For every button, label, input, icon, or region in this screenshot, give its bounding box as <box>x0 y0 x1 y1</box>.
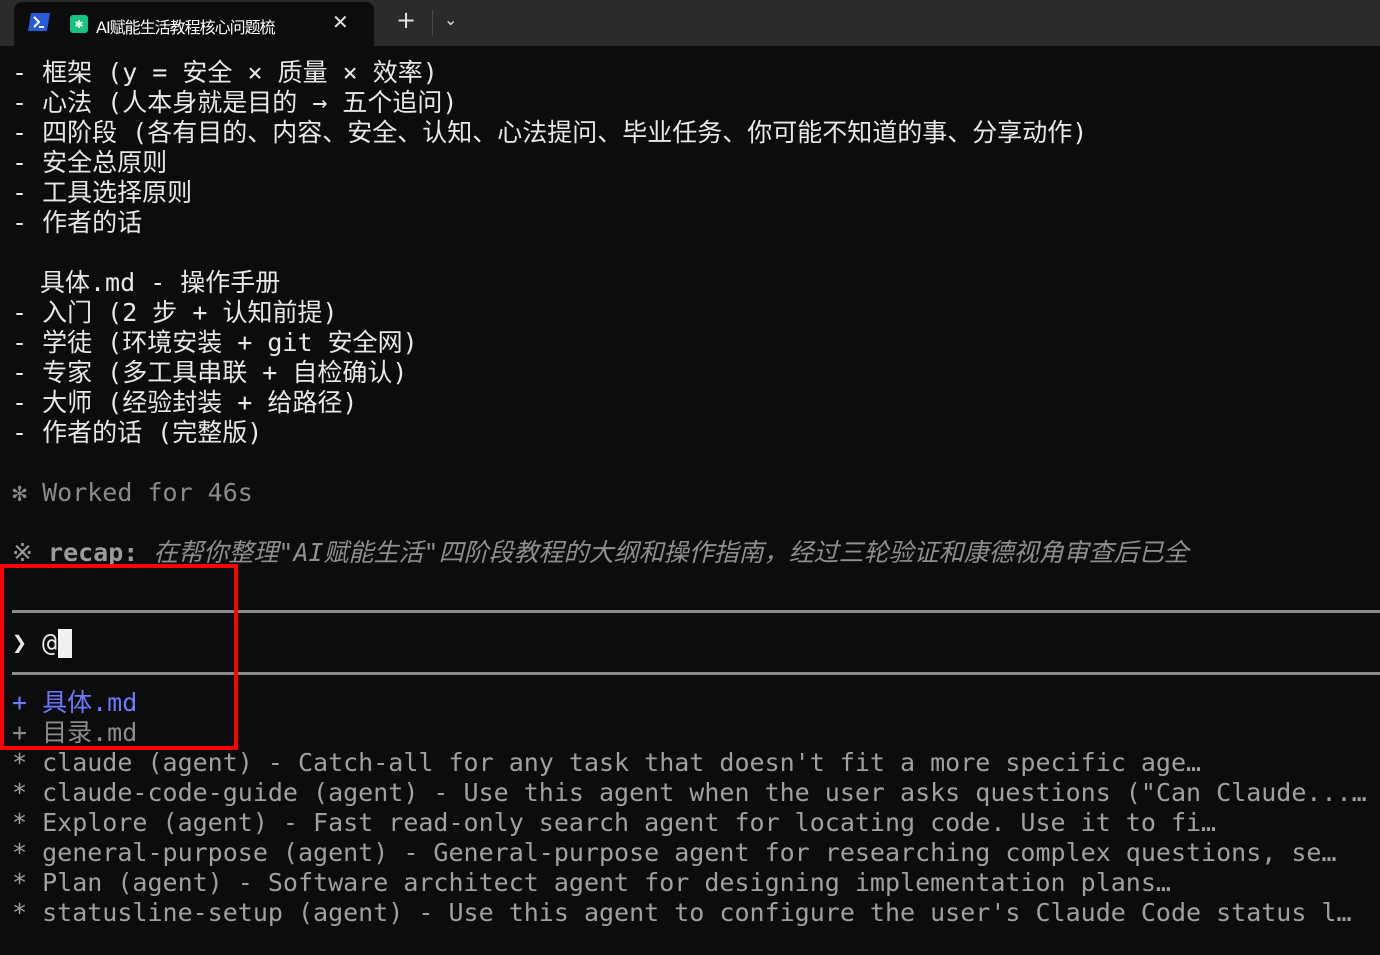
close-tab-icon[interactable]: ✕ <box>332 10 349 34</box>
recap-text: 在帮你整理"AI赋能生活"四阶段教程的大纲和操作指南，经过三轮验证和康德视角审查… <box>153 538 1189 567</box>
title-bar: ✱ AI赋能生活教程核心问题梳 ✕ + ⌄ <box>0 0 1380 46</box>
agent-suggestion[interactable]: * Explore (agent) - Fast read-only searc… <box>12 808 1216 838</box>
manual-item: - 大师 (经验封装 + 给路径) <box>12 388 358 417</box>
framework-item: - 安全总原则 <box>12 148 168 177</box>
new-tab-button[interactable]: + <box>396 6 416 34</box>
agent-suggestion[interactable]: * statusline-setup (agent) - Use this ag… <box>12 898 1352 928</box>
app-tab-icon: ✱ <box>70 15 88 33</box>
agent-suggestion[interactable]: * general-purpose (agent) - General-purp… <box>12 838 1337 868</box>
recap-label: recap: <box>48 538 139 567</box>
highlight-annotation-box <box>0 564 238 750</box>
framework-item: - 四阶段 (各有目的、内容、安全、认知、心法提问、毕业任务、你可能不知道的事、… <box>12 118 1088 147</box>
titlebar-divider <box>432 10 433 36</box>
agent-suggestion[interactable]: * claude (agent) - Catch-all for any tas… <box>12 748 1201 778</box>
manual-item: - 学徒 (环境安装 + git 安全网) <box>12 328 418 357</box>
tab-dropdown-icon[interactable]: ⌄ <box>444 10 457 29</box>
manual-item: - 专家 (多工具串联 + 自检确认) <box>12 358 408 387</box>
agent-suggestion[interactable]: * Plan (agent) - Software architect agen… <box>12 868 1171 898</box>
manual-item: - 入门 (2 步 + 认知前提) <box>12 298 338 327</box>
tab-title: AI赋能生活教程核心问题梳 <box>96 18 276 37</box>
manual-item: - 作者的话 (完整版) <box>12 418 263 447</box>
framework-item: - 作者的话 <box>12 208 143 237</box>
agent-suggestion[interactable]: * claude-code-guide (agent) - Use this a… <box>12 778 1367 808</box>
powershell-icon <box>28 13 50 31</box>
manual-heading: 具体.md - 操作手册 <box>40 268 281 297</box>
terminal-tab[interactable]: ✱ AI赋能生活教程核心问题梳 ✕ <box>14 2 374 46</box>
framework-item: - 心法 (人本身就是目的 → 五个追问) <box>12 88 458 117</box>
recap-icon: ※ <box>12 538 33 567</box>
framework-item: - 框架 (y = 安全 × 质量 × 效率) <box>12 58 438 87</box>
framework-item: - 工具选择原则 <box>12 178 193 207</box>
worked-status: ✻ Worked for 46s <box>12 478 253 507</box>
